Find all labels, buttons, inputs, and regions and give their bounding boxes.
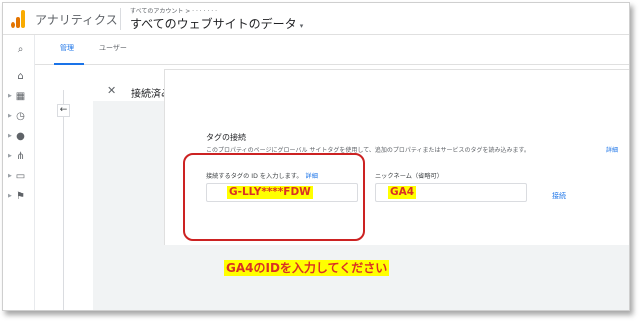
back-arrow-icon[interactable]: ← bbox=[57, 104, 70, 117]
top-bar: アナリティクス すべてのアカウント > · · · · · · · すべてのウェ… bbox=[3, 3, 629, 35]
close-icon[interactable]: ✕ bbox=[107, 84, 116, 97]
vertical-divider bbox=[63, 90, 64, 310]
tab-user[interactable]: ユーザー bbox=[99, 43, 127, 53]
home-icon[interactable]: ⌂ bbox=[15, 71, 26, 82]
nickname-input[interactable]: GA4 bbox=[375, 183, 527, 202]
left-nav-rail: ⌕ ⌂ ▶ ▦ ▶ ◷ ▶ ● ▶ ⋔ ▶ ▭ ▶ ⚑ bbox=[3, 35, 35, 310]
expand-arrow-icon[interactable]: ▶ bbox=[8, 91, 12, 102]
expand-arrow-icon[interactable]: ▶ bbox=[8, 131, 12, 142]
expand-arrow-icon[interactable]: ▶ bbox=[8, 151, 12, 162]
description-learn-more-link[interactable]: 詳細 bbox=[606, 145, 618, 154]
clock-icon[interactable]: ◷ bbox=[15, 111, 26, 122]
connect-button[interactable]: 接続 bbox=[552, 191, 566, 201]
header-divider bbox=[120, 8, 121, 30]
nickname-value: GA4 bbox=[388, 186, 417, 199]
annotation-note: GA4のIDを入力してください bbox=[224, 260, 390, 276]
analytics-logo-icon[interactable] bbox=[11, 10, 25, 28]
person-icon[interactable]: ● bbox=[15, 131, 26, 142]
share-icon[interactable]: ⋔ bbox=[15, 151, 26, 162]
card-title: タグの接続 bbox=[206, 133, 246, 142]
app-title: アナリティクス bbox=[35, 13, 118, 27]
account-breadcrumb[interactable]: すべてのアカウント > · · · · · · · bbox=[130, 6, 217, 15]
search-icon[interactable]: ⌕ bbox=[15, 44, 26, 55]
property-title: すべてのウェブサイトのデータ bbox=[130, 17, 297, 31]
expand-arrow-icon[interactable]: ▶ bbox=[8, 111, 12, 122]
property-selector[interactable]: すべてのウェブサイトのデータ ▾ bbox=[130, 15, 303, 32]
nickname-label: ニックネーム（省略可） bbox=[375, 173, 443, 180]
back-column: ← bbox=[35, 65, 93, 310]
expand-arrow-icon[interactable]: ▶ bbox=[8, 191, 12, 202]
chevron-down-icon: ▾ bbox=[299, 22, 304, 30]
tab-admin[interactable]: 管理 bbox=[60, 43, 74, 53]
tab-bar: 管理 ユーザー bbox=[35, 35, 629, 65]
window-icon[interactable]: ▭ bbox=[15, 171, 26, 182]
flag-icon[interactable]: ⚑ bbox=[15, 191, 26, 202]
dashboard-icon[interactable]: ▦ bbox=[15, 91, 26, 102]
expand-arrow-icon[interactable]: ▶ bbox=[8, 171, 12, 182]
screenshot-frame: アナリティクス すべてのアカウント > · · · · · · · すべてのウェ… bbox=[2, 2, 630, 311]
highlight-ring bbox=[183, 153, 365, 241]
